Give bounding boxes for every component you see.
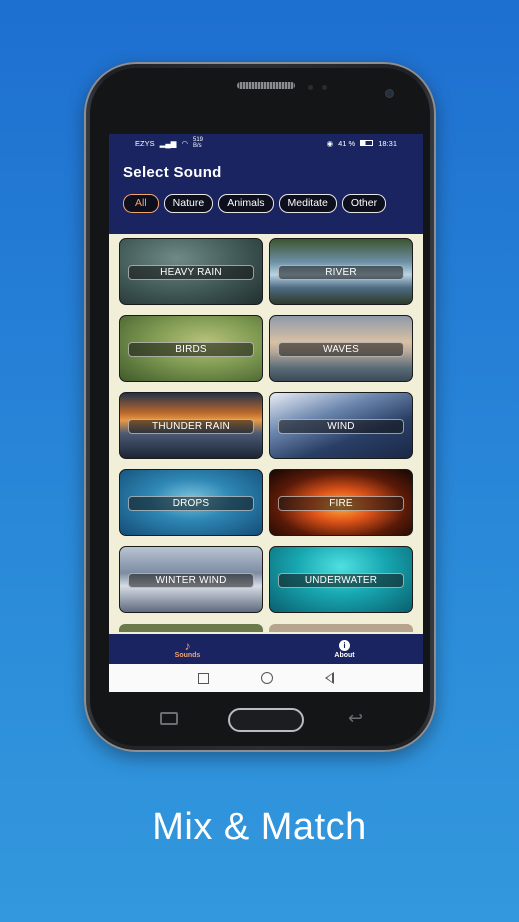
nav-about[interactable]: i About bbox=[266, 634, 423, 664]
chip-other[interactable]: Other bbox=[341, 194, 387, 213]
sound-tile-birds[interactable]: BIRDS bbox=[119, 315, 263, 382]
system-nav-bar bbox=[109, 664, 423, 692]
sound-tile-partial[interactable] bbox=[119, 624, 263, 632]
phone-frame: EZYS ▂▄▆ ◠ 519 B/s ◉ 41 % 18:31 Select S… bbox=[84, 62, 436, 752]
music-note-icon: ♪ bbox=[184, 638, 191, 653]
status-bar: EZYS ▂▄▆ ◠ 519 B/s ◉ 41 % 18:31 bbox=[109, 134, 423, 152]
phone-body: EZYS ▂▄▆ ◠ 519 B/s ◉ 41 % 18:31 Select S… bbox=[90, 68, 430, 746]
sound-tile-fire[interactable]: FIRE bbox=[269, 469, 413, 536]
sound-label: WINTER WIND bbox=[128, 573, 254, 588]
page-title: Select Sound bbox=[123, 164, 222, 181]
battery-icon bbox=[360, 140, 374, 146]
nav-about-label: About bbox=[334, 651, 355, 659]
alarm-icon: ◉ bbox=[326, 138, 334, 148]
proximity-sensor bbox=[308, 85, 313, 90]
net-speed: 519 B/s bbox=[193, 137, 204, 149]
clock: 18:31 bbox=[378, 138, 397, 148]
sound-label: HEAVY RAIN bbox=[128, 265, 254, 280]
sound-tile-heavy-rain[interactable]: HEAVY RAIN bbox=[119, 238, 263, 305]
carrier-label: EZYS bbox=[135, 138, 155, 148]
sound-tile-winter-wind[interactable]: WINTER WIND bbox=[119, 546, 263, 613]
hardware-back-icon[interactable]: ↩ bbox=[348, 708, 363, 729]
sound-tile-wind[interactable]: WIND bbox=[269, 392, 413, 459]
info-icon: i bbox=[339, 639, 350, 651]
promo-tagline: Mix & Match bbox=[152, 806, 367, 848]
sound-label: FIRE bbox=[278, 496, 404, 511]
earpiece-speaker bbox=[237, 82, 295, 89]
sound-tile-drops[interactable]: DROPS bbox=[119, 469, 263, 536]
signal-icon: ▂▄▆ bbox=[159, 138, 177, 148]
front-camera-icon bbox=[386, 90, 393, 97]
chip-animals[interactable]: Animals bbox=[218, 194, 274, 213]
sound-tile-partial[interactable] bbox=[269, 624, 413, 632]
battery-percent: 41 % bbox=[338, 138, 356, 148]
chip-nature[interactable]: Nature bbox=[163, 194, 214, 213]
chip-meditate[interactable]: Meditate bbox=[278, 194, 337, 213]
sound-label: UNDERWATER bbox=[278, 573, 404, 588]
sound-tile-thunder-rain[interactable]: THUNDER RAIN bbox=[119, 392, 263, 459]
sound-label: WIND bbox=[278, 419, 404, 434]
light-sensor bbox=[322, 85, 327, 90]
wifi-icon: ◠ bbox=[181, 138, 188, 148]
nav-sounds-label: Sounds bbox=[174, 651, 201, 659]
chip-all[interactable]: All bbox=[123, 194, 159, 213]
back-icon[interactable] bbox=[325, 672, 334, 684]
home-icon[interactable] bbox=[261, 672, 273, 684]
hardware-recents-icon[interactable] bbox=[160, 712, 178, 725]
app-screen: EZYS ▂▄▆ ◠ 519 B/s ◉ 41 % 18:31 Select S… bbox=[109, 134, 423, 692]
sound-tile-underwater[interactable]: UNDERWATER bbox=[269, 546, 413, 613]
sound-label: THUNDER RAIN bbox=[128, 419, 254, 434]
sound-label: WAVES bbox=[278, 342, 404, 357]
bottom-nav: ♪ Sounds i About bbox=[109, 634, 423, 664]
sound-label: BIRDS bbox=[128, 342, 254, 357]
hardware-home-button[interactable] bbox=[228, 708, 304, 732]
sound-label: RIVER bbox=[278, 265, 404, 280]
sound-grid: HEAVY RAIN RIVER BIRDS WAVES THUNDER RAI… bbox=[119, 238, 413, 613]
sound-label: DROPS bbox=[128, 496, 254, 511]
sound-tile-river[interactable]: RIVER bbox=[269, 238, 413, 305]
nav-sounds[interactable]: ♪ Sounds bbox=[109, 634, 266, 664]
category-filter: All Nature Animals Meditate Other bbox=[123, 194, 387, 213]
recents-icon[interactable] bbox=[198, 672, 209, 684]
app-header: Select Sound All Nature Animals Meditate… bbox=[109, 152, 423, 234]
sound-tile-waves[interactable]: WAVES bbox=[269, 315, 413, 382]
